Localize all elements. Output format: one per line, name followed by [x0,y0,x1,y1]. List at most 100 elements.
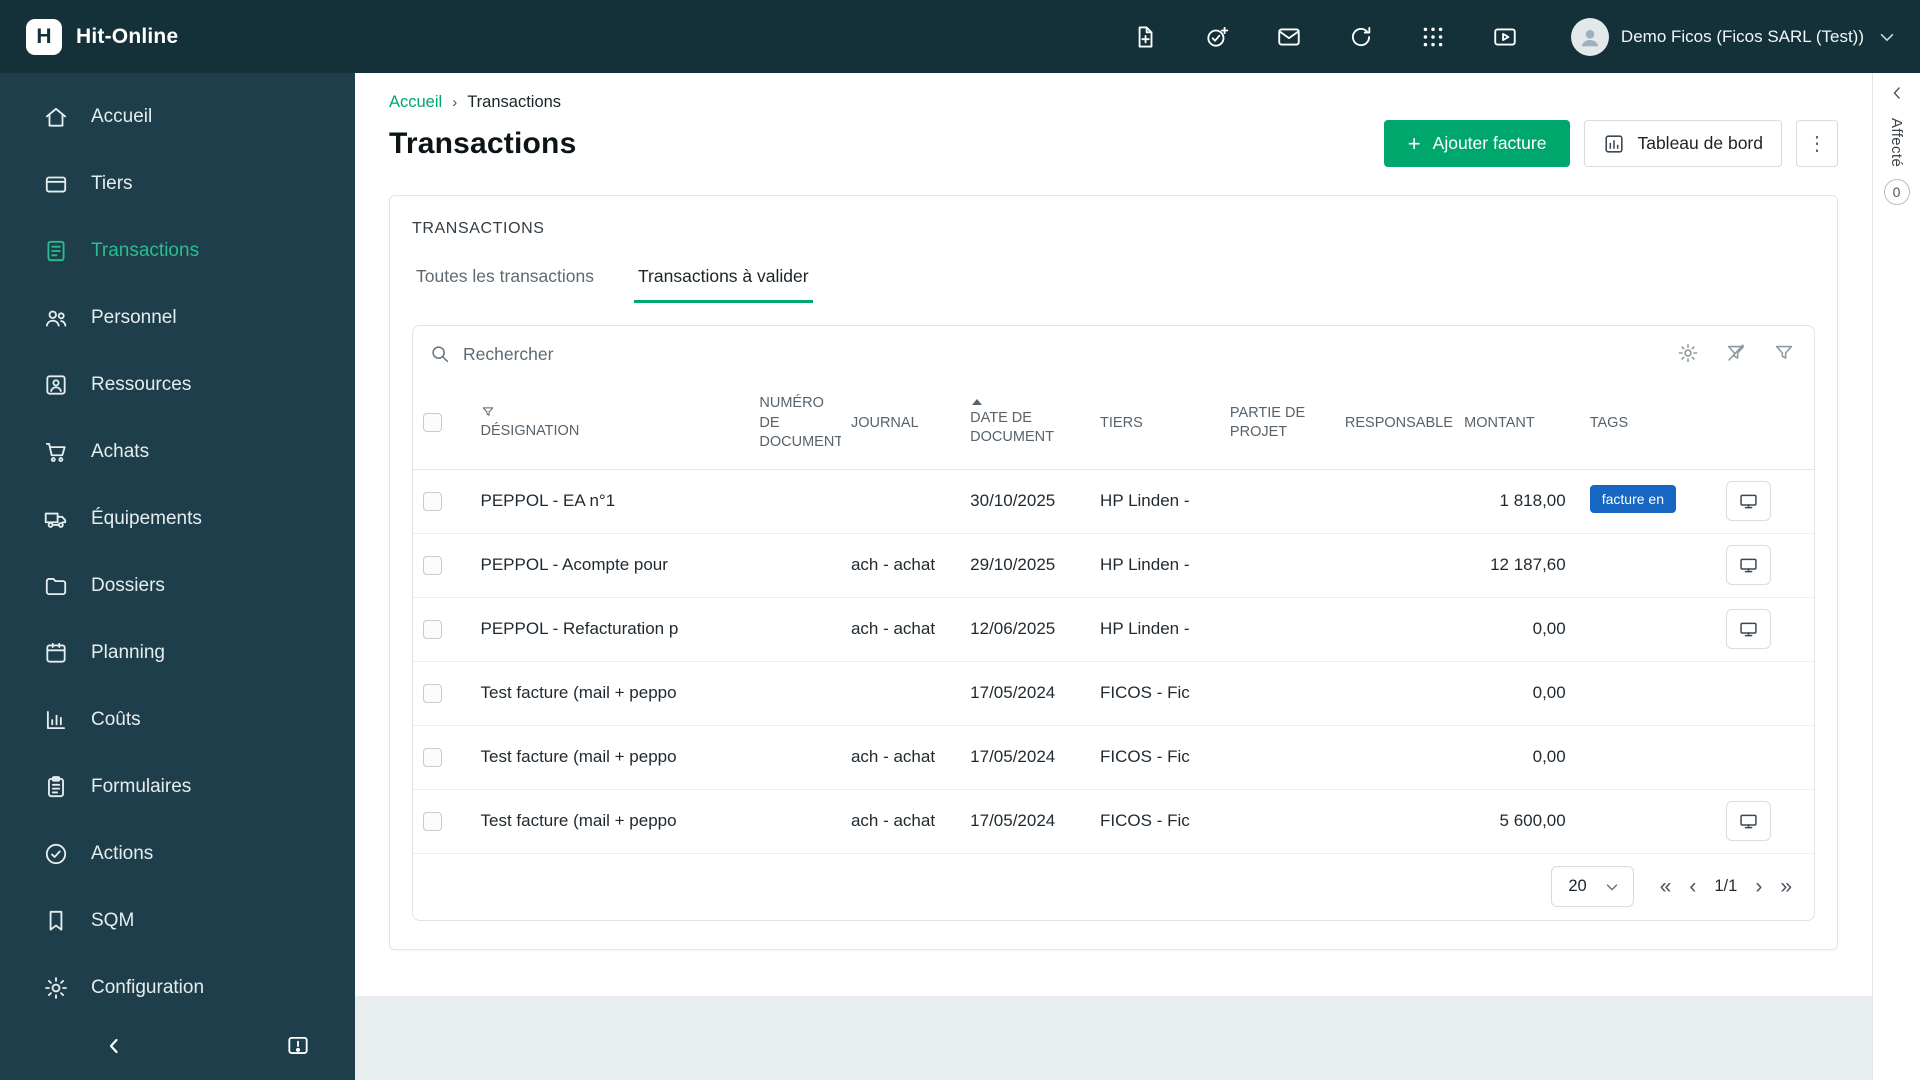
right-panel-label: Affecté [1888,118,1905,168]
col-responsable[interactable]: RESPONSABLE [1334,382,1455,470]
sidebar-item-transactions[interactable]: Transactions [0,217,355,284]
col-date-document[interactable]: DATE DE DOCUMENT [970,409,1080,448]
sidebar-item-label: Achats [91,440,150,462]
sidebar-item-configuration[interactable]: Configuration [0,954,355,1021]
table-row[interactable]: Test facture (mail + peppo ach - achat 1… [413,789,1814,854]
cell-actions [1715,533,1814,598]
last-page-button[interactable]: » [1780,876,1792,897]
sidebar-item-planning[interactable]: Planning [0,619,355,686]
sidebar-item-couts[interactable]: Coûts [0,686,355,753]
row-checkbox[interactable] [423,620,442,640]
table-row[interactable]: Test facture (mail + peppo ach - achat 1… [413,725,1814,790]
sidebar-item-personnel[interactable]: Personnel [0,284,355,351]
filter-icon[interactable] [1772,342,1796,366]
cell-tiers: FICOS - Fic [1090,789,1220,854]
cell-partie [1219,597,1335,662]
avatar [1570,17,1609,56]
cell-numero [749,661,841,726]
cell-tiers: FICOS - Fic [1090,661,1220,726]
logo-mark: H [36,24,52,48]
col-journal[interactable]: JOURNAL [840,382,961,470]
cell-date: 17/05/2024 [960,661,1091,726]
add-document-icon[interactable] [1131,23,1159,51]
preview-button[interactable] [1725,481,1771,522]
col-tags[interactable]: TAGS [1579,382,1716,470]
clipboard-icon [42,773,69,800]
feedback-icon[interactable] [285,1033,311,1062]
first-page-button[interactable]: « [1660,876,1672,897]
tab-transactions-a-valider[interactable]: Transactions à valider [634,258,813,303]
cell-tags: facture en [1579,469,1716,534]
cell-numero [749,597,841,662]
home-icon [42,103,69,130]
dashboard-button[interactable]: Tableau de bord [1584,120,1782,167]
sidebar-item-formulaires[interactable]: Formulaires [0,753,355,820]
sidebar-item-actions[interactable]: Actions [0,820,355,887]
bookmark-icon [42,907,69,934]
cell-responsable [1334,597,1455,662]
sidebar-item-achats[interactable]: Achats [0,418,355,485]
tasks-approve-icon[interactable] [1203,23,1231,51]
refresh-icon[interactable] [1347,23,1375,51]
sidebar-item-sqm[interactable]: SQM [0,887,355,954]
app-logo[interactable]: H [26,18,62,55]
user-menu[interactable]: Demo Ficos (Ficos SARL (Test)) [1570,17,1898,56]
col-partie-projet[interactable]: PARTIE DE PROJET [1219,382,1335,470]
sidebar-item-accueil[interactable]: Accueil [0,83,355,150]
page-actions: + Ajouter facture Tableau de bord ⋮ [1383,120,1838,167]
table-row[interactable]: PEPPOL - Acompte pour ach - achat 29/10/… [413,533,1814,598]
sidebar-item-ressources[interactable]: Ressources [0,351,355,418]
preview-button[interactable] [1725,545,1771,586]
next-page-button[interactable]: › [1755,876,1762,897]
prev-page-button[interactable]: ‹ [1689,876,1696,897]
add-invoice-button[interactable]: + Ajouter facture [1383,120,1571,167]
cell-responsable [1334,789,1455,854]
breadcrumb-home-link[interactable]: Accueil [389,93,442,112]
select-all-checkbox[interactable] [423,413,442,433]
collapse-sidebar-button[interactable] [102,1034,126,1061]
sidebar-item-dossiers[interactable]: Dossiers [0,552,355,619]
page-size-select[interactable]: 20 [1551,866,1634,908]
table-header-row: DÉSIGNATION NUMÉRO DE DOCUMENT JOURNAL D… [413,382,1814,470]
cell-journal: ach - achat [840,789,961,854]
cell-designation: Test facture (mail + peppo [470,725,750,790]
cell-journal [840,469,961,534]
col-montant[interactable]: MONTANT [1454,382,1580,470]
cell-responsable [1334,661,1455,726]
resource-badge-icon [42,371,69,398]
more-options-button[interactable]: ⋮ [1796,120,1838,167]
sidebar-item-tiers[interactable]: Tiers [0,150,355,217]
row-checkbox[interactable] [423,492,442,512]
mail-icon[interactable] [1275,23,1303,51]
row-checkbox[interactable] [423,684,442,704]
col-numero-document[interactable]: NUMÉRO DE DOCUMENT [749,382,841,470]
preview-button[interactable] [1725,609,1771,650]
journal-icon [42,237,69,264]
sidebar: Accueil Tiers Transactions Personnel Res… [0,73,355,1080]
cell-date: 30/10/2025 [960,469,1091,534]
col-designation[interactable]: DÉSIGNATION [480,422,739,442]
table-row[interactable]: PEPPOL - EA n°1 30/10/2025 HP Linden - 1… [413,469,1814,534]
cell-tiers: HP Linden - [1090,597,1220,662]
expand-panel-button[interactable] [1887,83,1907,106]
sidebar-item-equipements[interactable]: Équipements [0,485,355,552]
clear-filter-icon[interactable] [1724,342,1748,366]
table-row[interactable]: Test facture (mail + peppo 17/05/2024 FI… [413,661,1814,726]
sidebar-item-label: Ressources [91,373,192,395]
tab-toutes-les-transactions[interactable]: Toutes les transactions [412,258,598,303]
card-title: TRANSACTIONS [412,220,545,237]
row-checkbox[interactable] [423,812,442,832]
row-checkbox[interactable] [423,748,442,768]
check-circle-icon [42,840,69,867]
cell-actions [1715,597,1814,662]
preview-button[interactable] [1725,801,1771,842]
row-checkbox[interactable] [423,556,442,576]
col-tiers[interactable]: TIERS [1090,382,1220,470]
table-row[interactable]: PEPPOL - Refacturation p ach - achat 12/… [413,597,1814,662]
cell-montant: 0,00 [1454,597,1580,662]
apps-grid-icon[interactable] [1419,23,1447,51]
search-input[interactable] [463,343,1664,365]
cell-date: 17/05/2024 [960,725,1091,790]
table-settings-icon[interactable] [1676,342,1700,366]
video-tutorial-icon[interactable] [1491,23,1519,51]
